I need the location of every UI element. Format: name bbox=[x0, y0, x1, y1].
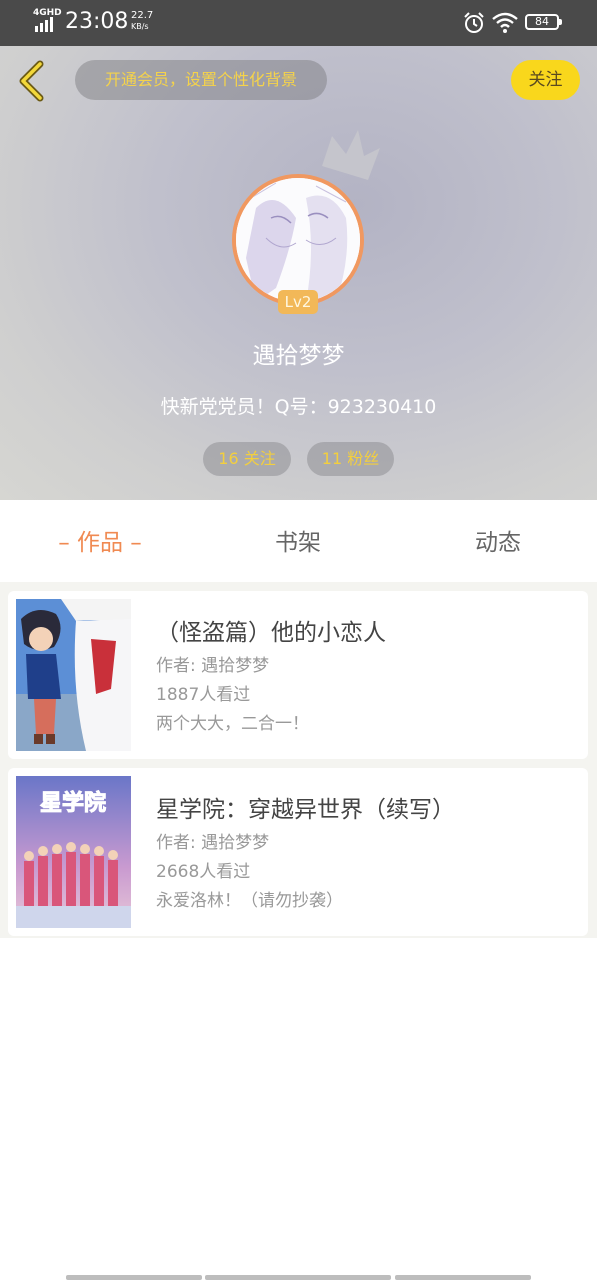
clock: 23:08 bbox=[65, 9, 129, 34]
user-bio: 快新党党员！Q号：923230410 bbox=[160, 396, 437, 418]
book-author: 作者: 遇拾梦梦 bbox=[156, 656, 270, 676]
list-item[interactable]: （怪盗篇）他的小恋人 作者: 遇拾梦梦 1887人看过 两个大大，二合一！ bbox=[8, 591, 588, 759]
gesture-bar-left[interactable] bbox=[66, 1275, 202, 1280]
level-badge: Lv2 bbox=[278, 290, 318, 314]
network-speed: 22.7 KB/s bbox=[131, 10, 153, 32]
profile-tabs: – 作品 – 书架 动态 bbox=[0, 500, 597, 582]
gesture-bar-right[interactable] bbox=[395, 1275, 531, 1280]
tab-works[interactable]: – 作品 – bbox=[20, 500, 180, 582]
book-cover-illustration: 星学院 bbox=[16, 776, 131, 928]
book-views: 2668人看过 bbox=[156, 862, 251, 882]
avatar-illustration bbox=[236, 178, 360, 302]
follow-button[interactable]: 关注 bbox=[511, 60, 580, 100]
speed-unit: KB/s bbox=[131, 22, 149, 31]
book-title: 星学院：穿越异世界（续写） bbox=[156, 797, 455, 823]
alarm-icon bbox=[464, 12, 484, 33]
user-nickname: 遇拾梦梦 bbox=[252, 343, 345, 369]
tab-bookshelf[interactable]: 书架 bbox=[218, 500, 378, 582]
tab-feed[interactable]: 动态 bbox=[418, 500, 578, 582]
book-description: 永爱洛林！（请勿抄袭） bbox=[156, 891, 343, 911]
book-author: 作者: 遇拾梦梦 bbox=[156, 833, 270, 853]
fans-count[interactable]: 11 粉丝 bbox=[307, 442, 394, 476]
book-cover bbox=[16, 599, 131, 751]
avatar[interactable] bbox=[232, 174, 364, 306]
book-views: 1887人看过 bbox=[156, 685, 251, 705]
wifi-icon bbox=[492, 12, 518, 33]
cover-logo: 星学院 bbox=[40, 790, 106, 816]
works-list: （怪盗篇）他的小恋人 作者: 遇拾梦梦 1887人看过 两个大大，二合一！ 星学… bbox=[0, 582, 597, 938]
book-cover: 星学院 bbox=[16, 776, 131, 928]
book-description: 两个大大，二合一！ bbox=[156, 714, 309, 734]
gesture-bar-home[interactable] bbox=[205, 1275, 391, 1280]
vip-background-prompt[interactable]: 开通会员，设置个性化背景 bbox=[75, 60, 327, 100]
speed-value: 22.7 bbox=[131, 10, 154, 21]
signal-icon bbox=[35, 17, 53, 32]
back-arrow-icon[interactable] bbox=[14, 60, 48, 102]
following-count[interactable]: 16 关注 bbox=[203, 442, 291, 476]
book-cover-illustration bbox=[16, 599, 131, 751]
profile-header: 开通会员，设置个性化背景 关注 Lv2 遇拾梦梦 快新党党员！Q号：923230… bbox=[0, 46, 597, 500]
status-bar: 4GHD 23:08 22.7 KB/s 84 bbox=[0, 0, 597, 46]
book-title: （怪盗篇）他的小恋人 bbox=[156, 620, 386, 646]
list-item[interactable]: 星学院 星学院：穿越异世界（续写） 作者: 遇拾梦梦 2668人看过 永爱洛林！… bbox=[8, 768, 588, 936]
battery-indicator: 84 bbox=[525, 14, 562, 30]
